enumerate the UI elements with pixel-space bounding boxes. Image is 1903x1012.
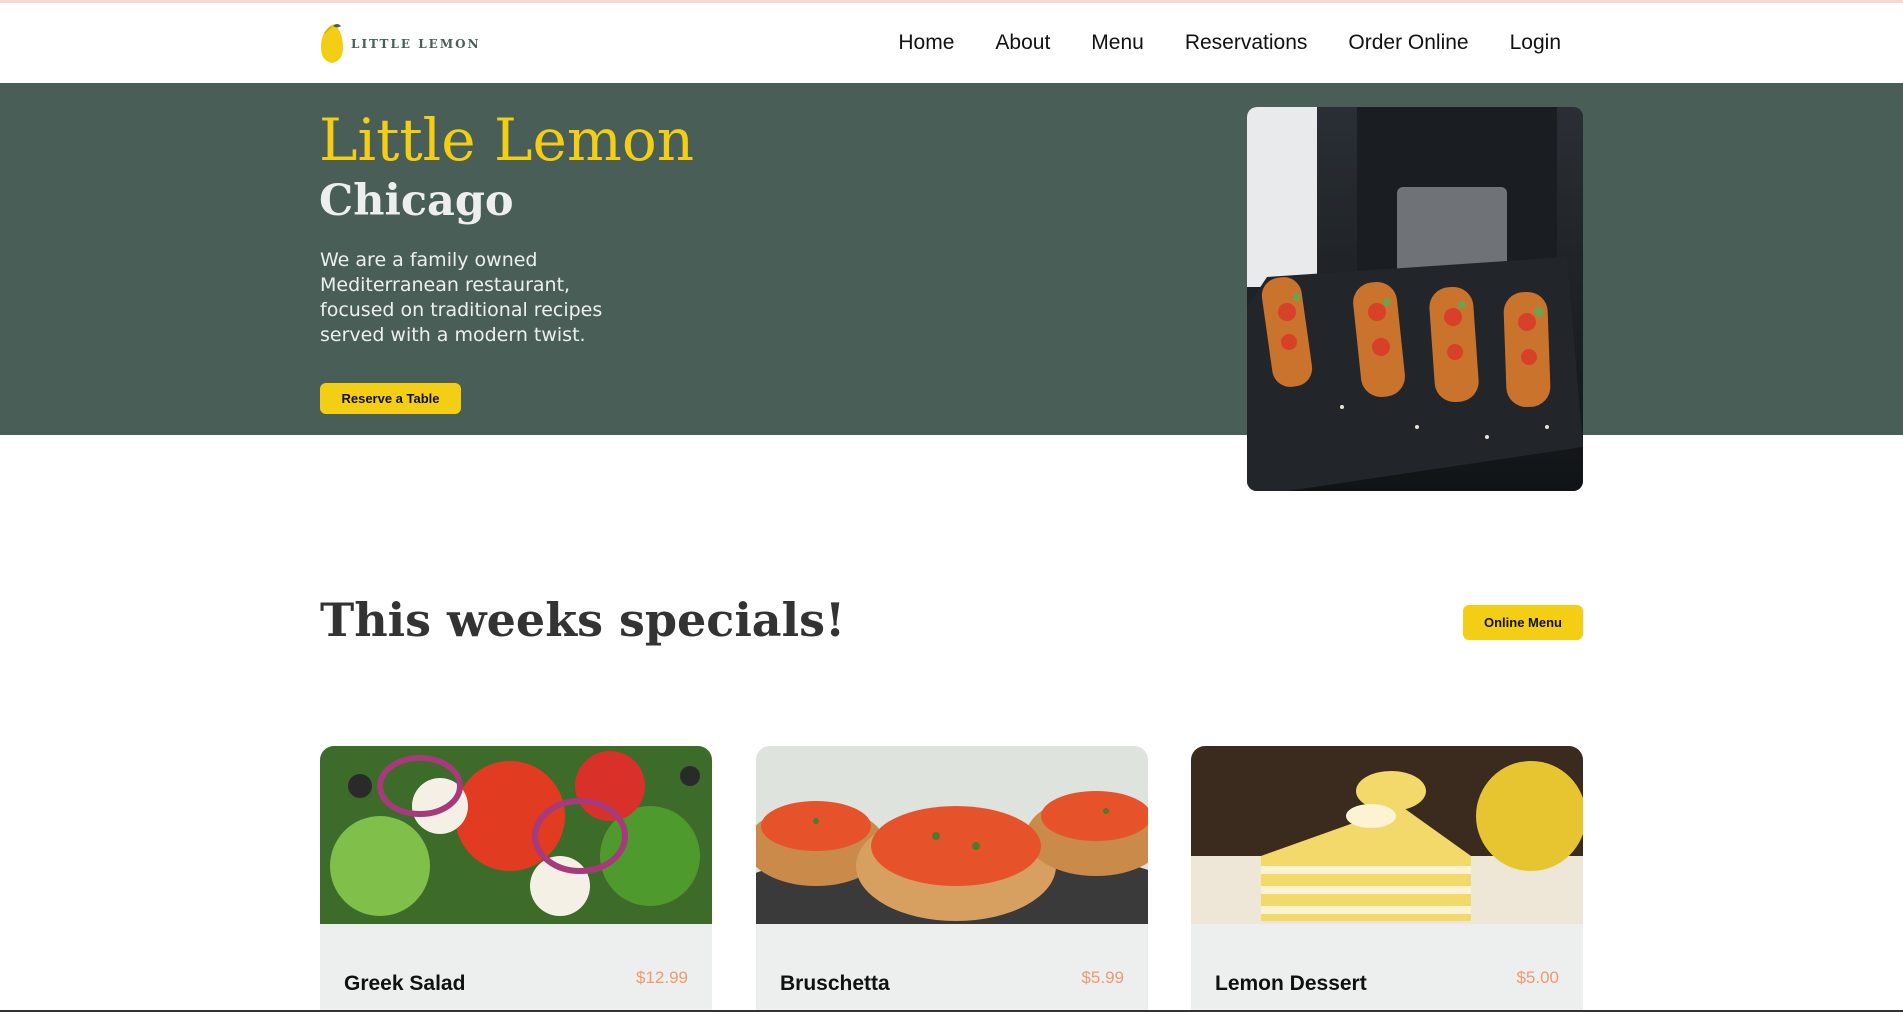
specials-title: This weeks specials! xyxy=(320,593,846,647)
bruschetta-image xyxy=(756,746,1148,966)
nav-home[interactable]: Home xyxy=(898,31,954,55)
nav-login[interactable]: Login xyxy=(1510,31,1561,55)
special-card-lemon-dessert[interactable]: Lemon Dessert $5.00 xyxy=(1191,746,1583,1012)
special-card-greek-salad[interactable]: Greek Salad $12.99 xyxy=(320,746,712,1012)
special-card-bruschetta[interactable]: Bruschetta $5.99 xyxy=(756,746,1148,1012)
nav-about[interactable]: About xyxy=(995,31,1050,55)
lemon-dessert-image xyxy=(1191,746,1583,924)
site-header: LITTLE LEMON Home About Menu Reservation… xyxy=(0,3,1903,83)
card-title: Lemon Dessert xyxy=(1215,972,1367,995)
hero-section xyxy=(0,83,1903,435)
hero-subtitle: Chicago xyxy=(319,176,514,226)
card-price: $5.00 xyxy=(1516,968,1559,987)
hero-description: We are a family owned Mediterranean rest… xyxy=(320,249,603,346)
online-menu-button[interactable]: Online Menu xyxy=(1463,605,1583,640)
card-title: Bruschetta xyxy=(780,972,890,995)
card-title: Greek Salad xyxy=(344,972,466,995)
main-nav: Home About Menu Reservations Order Onlin… xyxy=(898,31,1561,55)
card-price: $5.99 xyxy=(1081,968,1124,987)
nav-order-online[interactable]: Order Online xyxy=(1348,31,1468,55)
reserve-table-button[interactable]: Reserve a Table xyxy=(320,383,461,414)
hero-title: Little Lemon xyxy=(319,106,695,174)
logo-text: LITTLE LEMON xyxy=(351,37,481,51)
greek-salad-image xyxy=(320,746,712,924)
logo[interactable]: LITTLE LEMON xyxy=(319,23,481,65)
card-price: $12.99 xyxy=(636,968,688,987)
lemon-icon xyxy=(321,24,343,63)
hero-image xyxy=(1247,107,1583,491)
nav-menu[interactable]: Menu xyxy=(1091,31,1144,55)
nav-reservations[interactable]: Reservations xyxy=(1185,31,1308,55)
